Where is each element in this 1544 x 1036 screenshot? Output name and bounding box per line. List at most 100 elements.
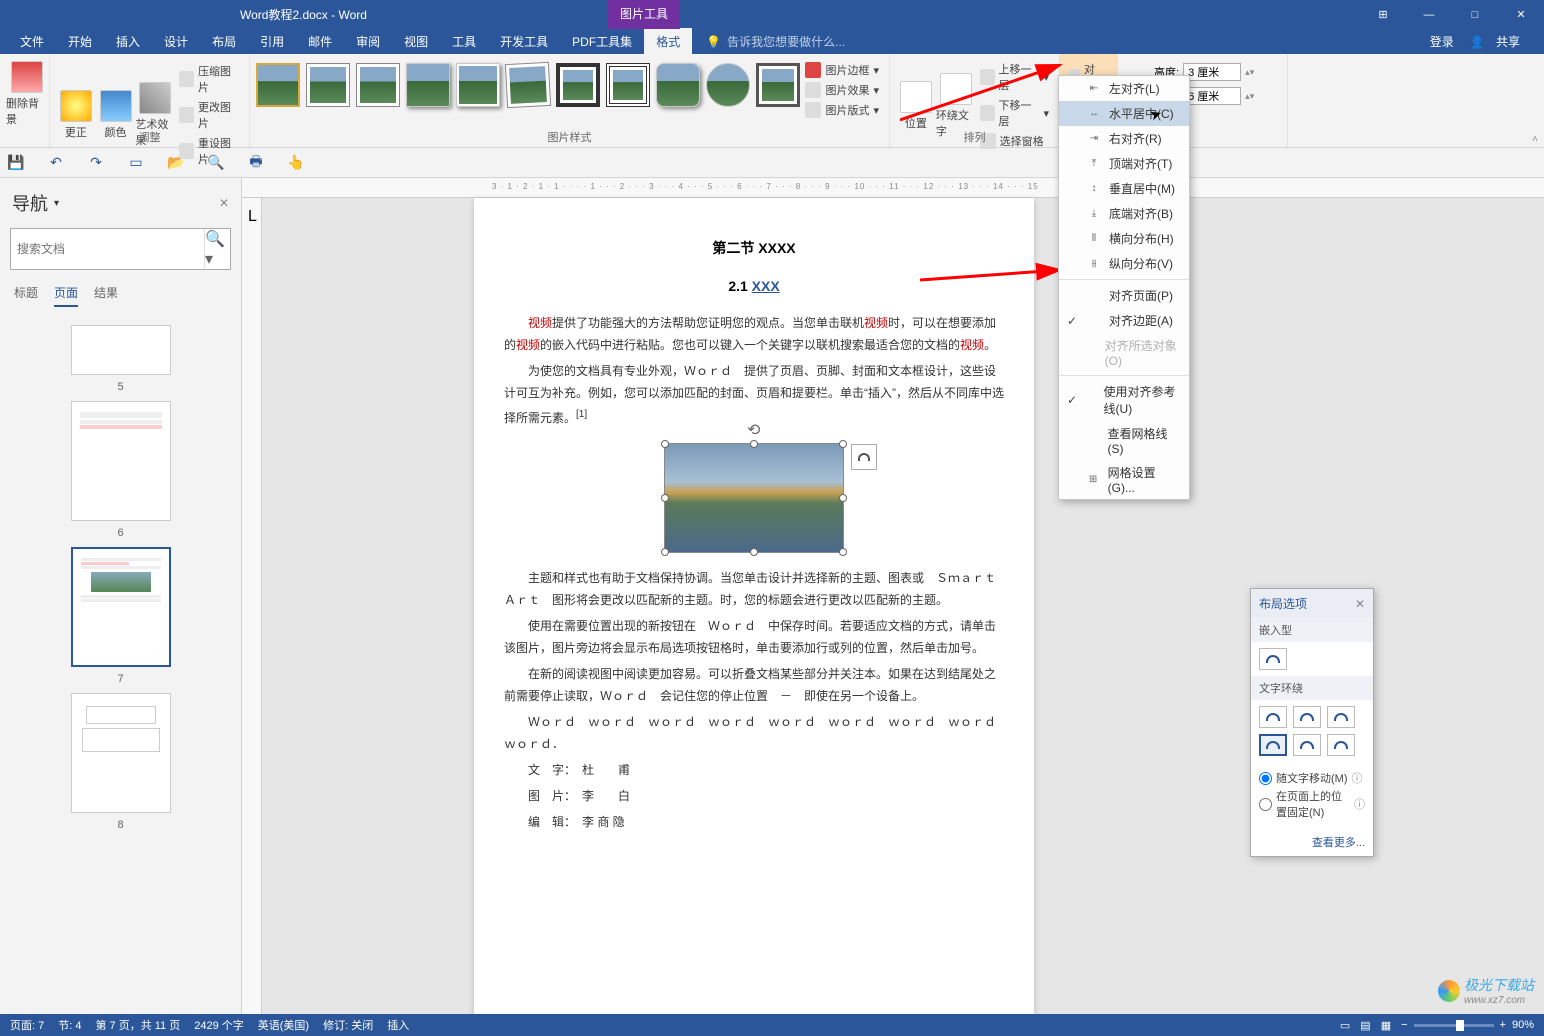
- tab-design[interactable]: 设计: [152, 28, 200, 55]
- style-thumb[interactable]: [505, 62, 551, 108]
- save-icon[interactable]: 💾: [8, 155, 24, 171]
- page-thumb[interactable]: [71, 325, 171, 375]
- nav-dropdown-icon[interactable]: ▾: [54, 198, 59, 209]
- maximize-button[interactable]: □: [1452, 0, 1498, 29]
- resize-handle[interactable]: [750, 440, 758, 448]
- close-button[interactable]: ✕: [1498, 0, 1544, 29]
- status-section[interactable]: 节: 4: [58, 1017, 81, 1033]
- align-right-item[interactable]: ⇥右对齐(R): [1059, 126, 1189, 151]
- minimize-button[interactable]: —: [1406, 0, 1452, 29]
- page-thumb[interactable]: [71, 693, 171, 813]
- see-more-link[interactable]: 查看更多...: [1251, 828, 1373, 856]
- compress-picture-button[interactable]: 压缩图片: [175, 61, 243, 97]
- status-word-count[interactable]: 2429 个字: [194, 1017, 244, 1033]
- zoom-out-icon[interactable]: −: [1401, 1019, 1407, 1031]
- style-thumb[interactable]: [756, 63, 800, 107]
- zoom-in-icon[interactable]: +: [1500, 1019, 1506, 1031]
- wrap-topbottom-option[interactable]: [1259, 734, 1287, 756]
- nav-tab-pages[interactable]: 页面: [54, 284, 78, 307]
- remove-background-button[interactable]: 删除背景: [6, 57, 48, 127]
- tab-home[interactable]: 开始: [56, 28, 104, 55]
- resize-handle[interactable]: [750, 548, 758, 556]
- status-language[interactable]: 英语(美国): [258, 1017, 309, 1033]
- move-with-text-radio[interactable]: 随文字移动(M) ⓘ: [1259, 770, 1365, 786]
- align-bottom-item[interactable]: ⤓底端对齐(B): [1059, 201, 1189, 226]
- rotate-handle-icon[interactable]: ⟲: [747, 420, 761, 434]
- status-track-changes[interactable]: 修订: 关闭: [323, 1017, 373, 1033]
- picture-layout-button[interactable]: 图片版式 ▾: [801, 100, 883, 120]
- nav-tab-results[interactable]: 结果: [94, 284, 118, 307]
- context-tab-picture-tools[interactable]: 图片工具: [608, 0, 680, 29]
- wrap-tight-option[interactable]: [1293, 706, 1321, 728]
- style-thumb[interactable]: [456, 63, 500, 107]
- style-thumb[interactable]: [256, 63, 300, 107]
- wrap-through-option[interactable]: [1327, 706, 1355, 728]
- resize-handle[interactable]: [839, 440, 847, 448]
- resize-handle[interactable]: [661, 494, 669, 502]
- status-insert-mode[interactable]: 插入: [387, 1017, 409, 1033]
- search-input[interactable]: [11, 229, 204, 269]
- layout-popup-close-icon[interactable]: ✕: [1355, 597, 1365, 611]
- height-input[interactable]: 3 厘米: [1183, 63, 1241, 81]
- layout-options-icon[interactable]: [851, 444, 877, 470]
- nav-close-icon[interactable]: ✕: [219, 196, 229, 210]
- tab-file[interactable]: 文件: [8, 28, 56, 55]
- style-thumb[interactable]: [556, 63, 600, 107]
- picture-styles-gallery[interactable]: [256, 57, 883, 107]
- zoom-level[interactable]: 90%: [1512, 1019, 1534, 1031]
- use-alignment-guides-item[interactable]: ✓使用对齐参考线(U): [1059, 379, 1189, 421]
- zoom-slider[interactable]: [1414, 1024, 1494, 1027]
- login-link[interactable]: 登录: [1422, 33, 1462, 50]
- tab-insert[interactable]: 插入: [104, 28, 152, 55]
- view-read-mode-icon[interactable]: ▭: [1340, 1019, 1350, 1032]
- grid-settings-item[interactable]: ⊞网格设置(G)...: [1059, 460, 1189, 499]
- document-page[interactable]: 第二节 XXXX 2.1 XXX 视频提供了功能强大的方法帮助您证明您的观点。当…: [474, 198, 1034, 1014]
- page-thumb[interactable]: [71, 547, 171, 667]
- tab-view[interactable]: 视图: [392, 28, 440, 55]
- distribute-vertical-item[interactable]: ⫵纵向分布(V): [1059, 251, 1189, 276]
- status-page[interactable]: 页面: 7: [10, 1017, 44, 1033]
- style-thumb[interactable]: [356, 63, 400, 107]
- share-button[interactable]: 👤 共享: [1462, 33, 1536, 50]
- style-thumb[interactable]: [406, 63, 450, 107]
- status-page-count[interactable]: 第 7 页，共 11 页: [95, 1017, 180, 1033]
- send-backward-button[interactable]: 下移一层 ▾: [976, 95, 1053, 131]
- tab-mailings[interactable]: 邮件: [296, 28, 344, 55]
- wrap-behind-option[interactable]: [1293, 734, 1321, 756]
- resize-handle[interactable]: [839, 494, 847, 502]
- nav-tab-headings[interactable]: 标题: [14, 284, 38, 307]
- tab-layout[interactable]: 布局: [200, 28, 248, 55]
- horizontal-ruler[interactable]: 3 · 1 · 2 · 1 · 1 · · · · 1 · · · 2 · · …: [242, 178, 1544, 198]
- wrap-inline-option[interactable]: [1259, 648, 1287, 670]
- distribute-horizontal-item[interactable]: ⫴横向分布(H): [1059, 226, 1189, 251]
- picture-effects-button[interactable]: 图片效果 ▾: [801, 80, 883, 100]
- bring-forward-button[interactable]: 上移一层 ▾: [976, 59, 1053, 95]
- tab-references[interactable]: 引用: [248, 28, 296, 55]
- artistic-effects-button[interactable]: 艺术效果: [135, 57, 175, 169]
- style-thumb[interactable]: [606, 63, 650, 107]
- tab-format[interactable]: 格式: [644, 28, 692, 55]
- account-icon[interactable]: ⊞: [1360, 0, 1406, 29]
- style-thumb[interactable]: [656, 63, 700, 107]
- search-icon[interactable]: 🔍▾: [204, 229, 230, 269]
- tab-tools[interactable]: 工具: [440, 28, 488, 55]
- style-thumb[interactable]: [706, 63, 750, 107]
- view-web-layout-icon[interactable]: ▦: [1381, 1019, 1391, 1032]
- align-top-item[interactable]: ⤒顶端对齐(T): [1059, 151, 1189, 176]
- collapse-ribbon-icon[interactable]: ˄: [1532, 134, 1538, 145]
- align-center-horizontal-item[interactable]: ↔水平居中(C): [1059, 101, 1189, 126]
- tab-pdf[interactable]: PDF工具集: [560, 28, 644, 55]
- style-thumb[interactable]: [306, 63, 350, 107]
- align-to-margin-item[interactable]: ✓对齐边距(A): [1059, 308, 1189, 333]
- tab-review[interactable]: 审阅: [344, 28, 392, 55]
- selected-image[interactable]: ⟲: [664, 443, 844, 553]
- resize-handle[interactable]: [839, 548, 847, 556]
- fix-position-radio[interactable]: 在页面上的位置固定(N) ⓘ: [1259, 788, 1365, 820]
- corrections-button[interactable]: 更正: [56, 57, 96, 169]
- page-thumb[interactable]: [71, 401, 171, 521]
- wrap-front-option[interactable]: [1327, 734, 1355, 756]
- width-input[interactable]: 6 厘米: [1183, 87, 1241, 105]
- align-to-page-item[interactable]: 对齐页面(P): [1059, 283, 1189, 308]
- resize-handle[interactable]: [661, 440, 669, 448]
- view-print-layout-icon[interactable]: ▤: [1360, 1019, 1370, 1032]
